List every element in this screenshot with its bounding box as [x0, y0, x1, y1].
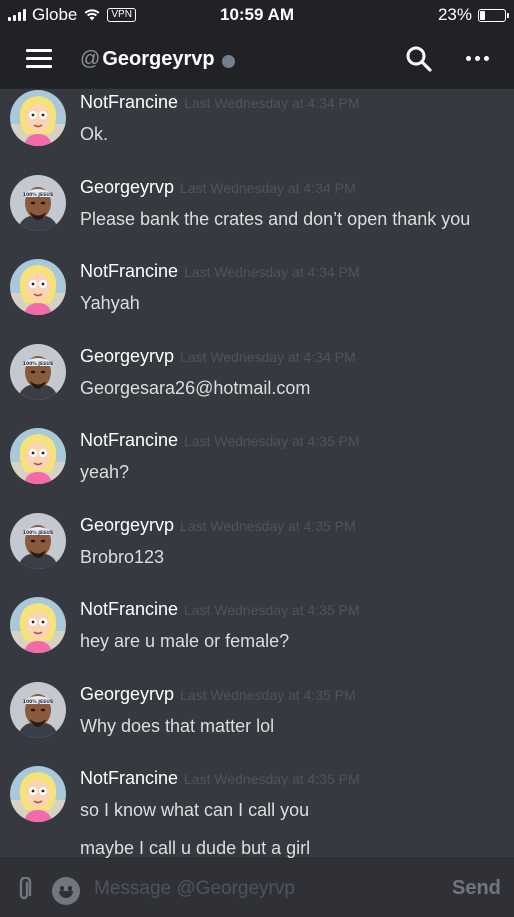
svg-text:100% JESUS: 100% JESUS — [23, 699, 53, 705]
message-header: Georgeyrvp Last Wednesday at 4:35 PM — [80, 684, 356, 705]
message-header: NotFrancine Last Wednesday at 4:35 PM — [80, 430, 360, 451]
message-timestamp: Last Wednesday at 4:35 PM — [180, 686, 356, 703]
francine-avatar[interactable] — [10, 766, 66, 822]
attachment-icon[interactable] — [14, 877, 34, 903]
georgey-avatar[interactable]: 100% JESUS — [10, 343, 66, 400]
message-timestamp: Last Wednesday at 4:35 PM — [184, 433, 360, 449]
status-bar: Globe VPN 10:59 AM 23% — [0, 0, 514, 30]
message-timestamp: Last Wednesday at 4:34 PM — [184, 95, 360, 111]
channel-name: Georgeyrvp — [102, 48, 215, 70]
message-header: Georgeyrvp Last Wednesday at 4:34 PM — [80, 177, 356, 198]
message-text: Georgesara26@hotmail.com — [80, 377, 311, 398]
menu-icon[interactable] — [26, 49, 52, 69]
message-text: Brobro123 — [80, 546, 165, 567]
message-header: Georgeyrvp Last Wednesday at 4:35 PM — [80, 515, 356, 536]
message-author[interactable]: NotFrancine — [80, 599, 178, 619]
message-timestamp: Last Wednesday at 4:34 PM — [180, 179, 356, 196]
status-right: 23% — [437, 5, 509, 25]
more-options-icon[interactable] — [466, 52, 492, 64]
message-author[interactable]: Georgeyrvp — [80, 515, 174, 535]
send-button[interactable]: Send — [452, 877, 501, 900]
message-text: maybe I call u dude but a girl — [80, 838, 311, 858]
message-header: NotFrancine Last Wednesday at 4:34 PM — [80, 261, 360, 282]
at-symbol: @ — [80, 48, 101, 70]
message-composer: Send — [0, 858, 514, 917]
battery-icon — [478, 8, 509, 22]
svg-text:100% JESUS: 100% JESUS — [23, 530, 53, 536]
channel-title[interactable]: @ Georgeyrvp — [80, 48, 235, 71]
message-text: hey are u male or female? — [80, 631, 290, 651]
message-list[interactable]: NotFrancine Last Wednesday at 4:34 PM Ok. 1… — [0, 88, 514, 858]
message-author[interactable]: Georgeyrvp — [80, 177, 174, 197]
message-timestamp: Last Wednesday at 4:35 PM — [180, 517, 356, 534]
message-text: yeah? — [80, 462, 130, 482]
message-text: so I know what can I call you — [80, 800, 310, 820]
svg-text:100% JESUS: 100% JESUS — [23, 192, 53, 198]
message-header: NotFrancine Last Wednesday at 4:34 PM — [80, 92, 360, 113]
georgey-avatar[interactable]: 100% JESUS — [10, 174, 66, 231]
message-text: Why does that matter lol — [80, 715, 275, 736]
emoji-icon[interactable] — [52, 877, 80, 905]
svg-text:100% JESUS: 100% JESUS — [23, 361, 53, 367]
francine-avatar[interactable] — [10, 597, 66, 653]
battery-fill — [480, 10, 486, 20]
message-text: Yahyah — [80, 293, 140, 313]
message-author[interactable]: NotFrancine — [80, 92, 178, 112]
georgey-avatar[interactable]: 100% JESUS — [10, 681, 66, 738]
message-author[interactable]: NotFrancine — [80, 261, 178, 281]
channel-header: @ Georgeyrvp — [0, 30, 514, 88]
message-author[interactable]: Georgeyrvp — [80, 346, 174, 366]
message-timestamp: Last Wednesday at 4:34 PM — [180, 348, 356, 365]
francine-avatar[interactable] — [10, 259, 66, 315]
search-icon[interactable] — [404, 44, 434, 74]
presence-indicator — [221, 54, 235, 68]
message-header: Georgeyrvp Last Wednesday at 4:34 PM — [80, 346, 356, 367]
message-timestamp: Last Wednesday at 4:35 PM — [184, 602, 360, 618]
francine-avatar[interactable] — [10, 428, 66, 484]
message-input[interactable] — [92, 873, 436, 905]
message-author[interactable]: NotFrancine — [80, 430, 178, 450]
message-author[interactable]: NotFrancine — [80, 768, 178, 788]
francine-avatar[interactable] — [10, 90, 66, 146]
clock: 10:59 AM — [219, 5, 294, 24]
message-timestamp: Last Wednesday at 4:35 PM — [184, 771, 360, 787]
georgey-avatar[interactable]: 100% JESUS — [10, 512, 66, 569]
message-text: Please bank the crates and don’t open th… — [80, 208, 471, 229]
message-header: NotFrancine Last Wednesday at 4:35 PM — [80, 768, 360, 789]
message-timestamp: Last Wednesday at 4:34 PM — [184, 264, 360, 280]
message-text: Ok. — [80, 124, 109, 144]
battery-percent: 23% — [437, 5, 472, 24]
message-author[interactable]: Georgeyrvp — [80, 684, 174, 704]
message-header: NotFrancine Last Wednesday at 4:35 PM — [80, 599, 360, 620]
